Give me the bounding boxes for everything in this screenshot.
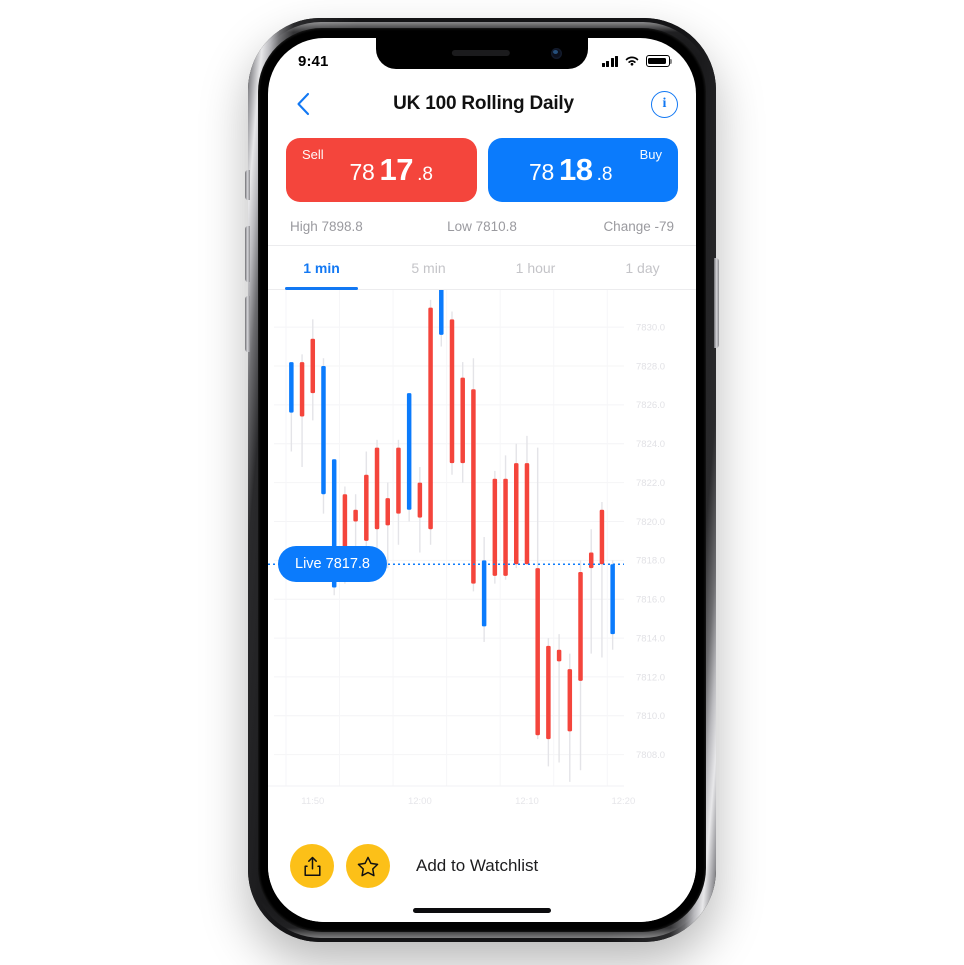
svg-text:7822.0: 7822.0 [636,478,665,489]
sell-price-prefix: 78 [349,159,375,185]
bottom-action-bar: Add to Watchlist [268,822,696,922]
timeframe-tabs: 1 min 5 min 1 hour 1 day [268,246,696,290]
home-indicator[interactable] [413,908,551,913]
status-bar-icons [601,55,673,67]
battery-icon [646,55,673,67]
svg-text:7816.0: 7816.0 [636,595,665,606]
tab-1-day[interactable]: 1 day [589,246,696,289]
svg-text:7826.0: 7826.0 [636,400,665,411]
earpiece-speaker [451,50,510,56]
screenshot-stage: 9:41 UK 100 Rolling Daily i Sell 78 17 .… [0,0,964,965]
signal-icon [601,55,618,67]
volume-down-button[interactable] [245,296,250,352]
svg-text:12:20: 12:20 [611,796,635,807]
wifi-icon [625,56,639,66]
phone-screen: 9:41 UK 100 Rolling Daily i Sell 78 17 .… [268,38,696,922]
stat-low: Low 7810.8 [447,219,517,234]
deal-buttons: Sell 78 17 .8 Buy 78 18 .8 [268,138,696,202]
tab-5-min[interactable]: 5 min [375,246,482,289]
share-icon [303,856,321,876]
sell-label: Sell [302,147,324,162]
status-bar-time: 9:41 [298,52,329,70]
live-price-label: Live 7817.8 [295,556,370,573]
sell-price-main: 17 [379,152,414,187]
power-button[interactable] [714,258,719,348]
svg-text:7810.0: 7810.0 [636,711,665,722]
notch [376,38,588,69]
mute-switch[interactable] [245,170,250,200]
buy-button[interactable]: Buy 78 18 .8 [487,138,678,202]
tab-label: 1 min [303,259,340,276]
price-chart[interactable]: 7830.0 7828.0 7826.0 7824.0 7822.0 7820.0 7818… [268,290,696,822]
stat-high: High 7898.8 [290,219,363,234]
page-title: UK 100 Rolling Daily [393,93,574,114]
svg-text:12:10: 12:10 [515,796,539,807]
svg-text:7814.0: 7814.0 [636,633,665,644]
buy-price-decimal: .8 [596,164,613,185]
tab-1-min[interactable]: 1 min [268,246,375,290]
svg-text:12:00: 12:00 [408,796,432,807]
svg-text:7808.0: 7808.0 [636,750,665,761]
tab-label: 5 min [411,259,446,276]
buy-label: Buy [639,147,662,162]
market-stats: High 7898.8 Low 7810.8 Change -79 [268,208,696,246]
buy-price: 78 18 .8 [529,152,613,188]
svg-text:7812.0: 7812.0 [636,672,665,683]
svg-text:11:50: 11:50 [301,796,324,807]
stat-change: Change -79 [603,219,674,234]
favorite-button[interactable] [346,844,390,888]
svg-text:7820.0: 7820.0 [636,517,665,528]
share-button[interactable] [290,844,334,888]
buy-price-prefix: 78 [528,159,554,185]
info-icon[interactable]: i [651,90,678,118]
svg-text:7824.0: 7824.0 [636,439,665,450]
add-to-watchlist-label[interactable]: Add to Watchlist [416,844,538,888]
back-button[interactable] [286,87,320,121]
nav-bar: UK 100 Rolling Daily i [268,76,696,132]
tab-1-hour[interactable]: 1 hour [482,246,589,289]
tab-label: 1 hour [515,259,556,276]
front-camera-icon [551,48,562,59]
buy-price-main: 18 [558,152,593,187]
star-icon [357,856,379,876]
svg-text:7830.0: 7830.0 [636,322,665,333]
sell-price: 78 17 .8 [349,152,433,188]
chevron-left-icon [297,92,310,116]
live-price-marker[interactable]: Live 7817.8 [278,546,387,583]
volume-up-button[interactable] [245,226,250,282]
svg-text:7828.0: 7828.0 [636,361,665,372]
tab-label: 1 day [625,259,660,276]
sell-button[interactable]: Sell 78 17 .8 [286,138,477,202]
svg-text:7818.0: 7818.0 [636,556,665,567]
sell-price-decimal: .8 [417,164,434,185]
